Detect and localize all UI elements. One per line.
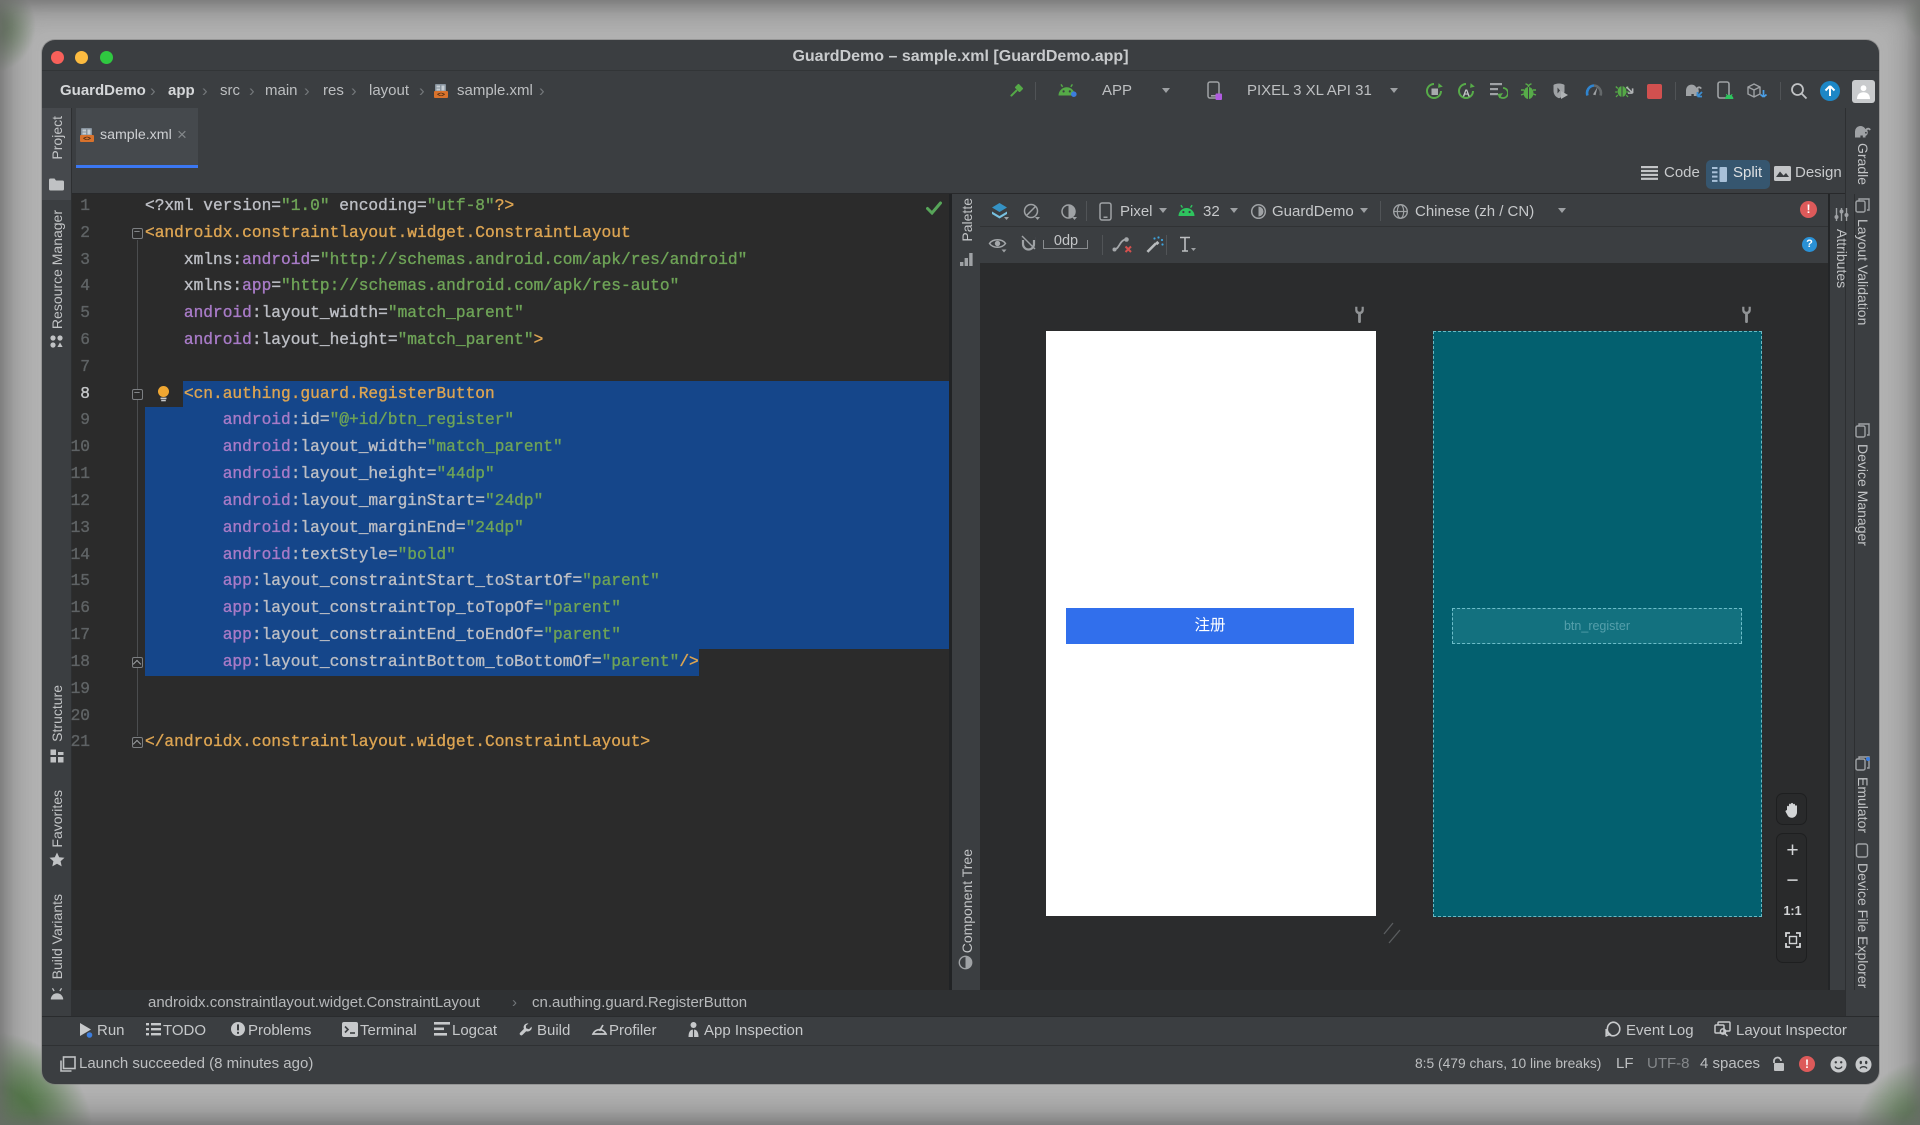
svg-text:A: A xyxy=(1463,88,1471,100)
svg-text:<>: <> xyxy=(83,136,91,143)
svg-text:<>: <> xyxy=(437,92,445,99)
